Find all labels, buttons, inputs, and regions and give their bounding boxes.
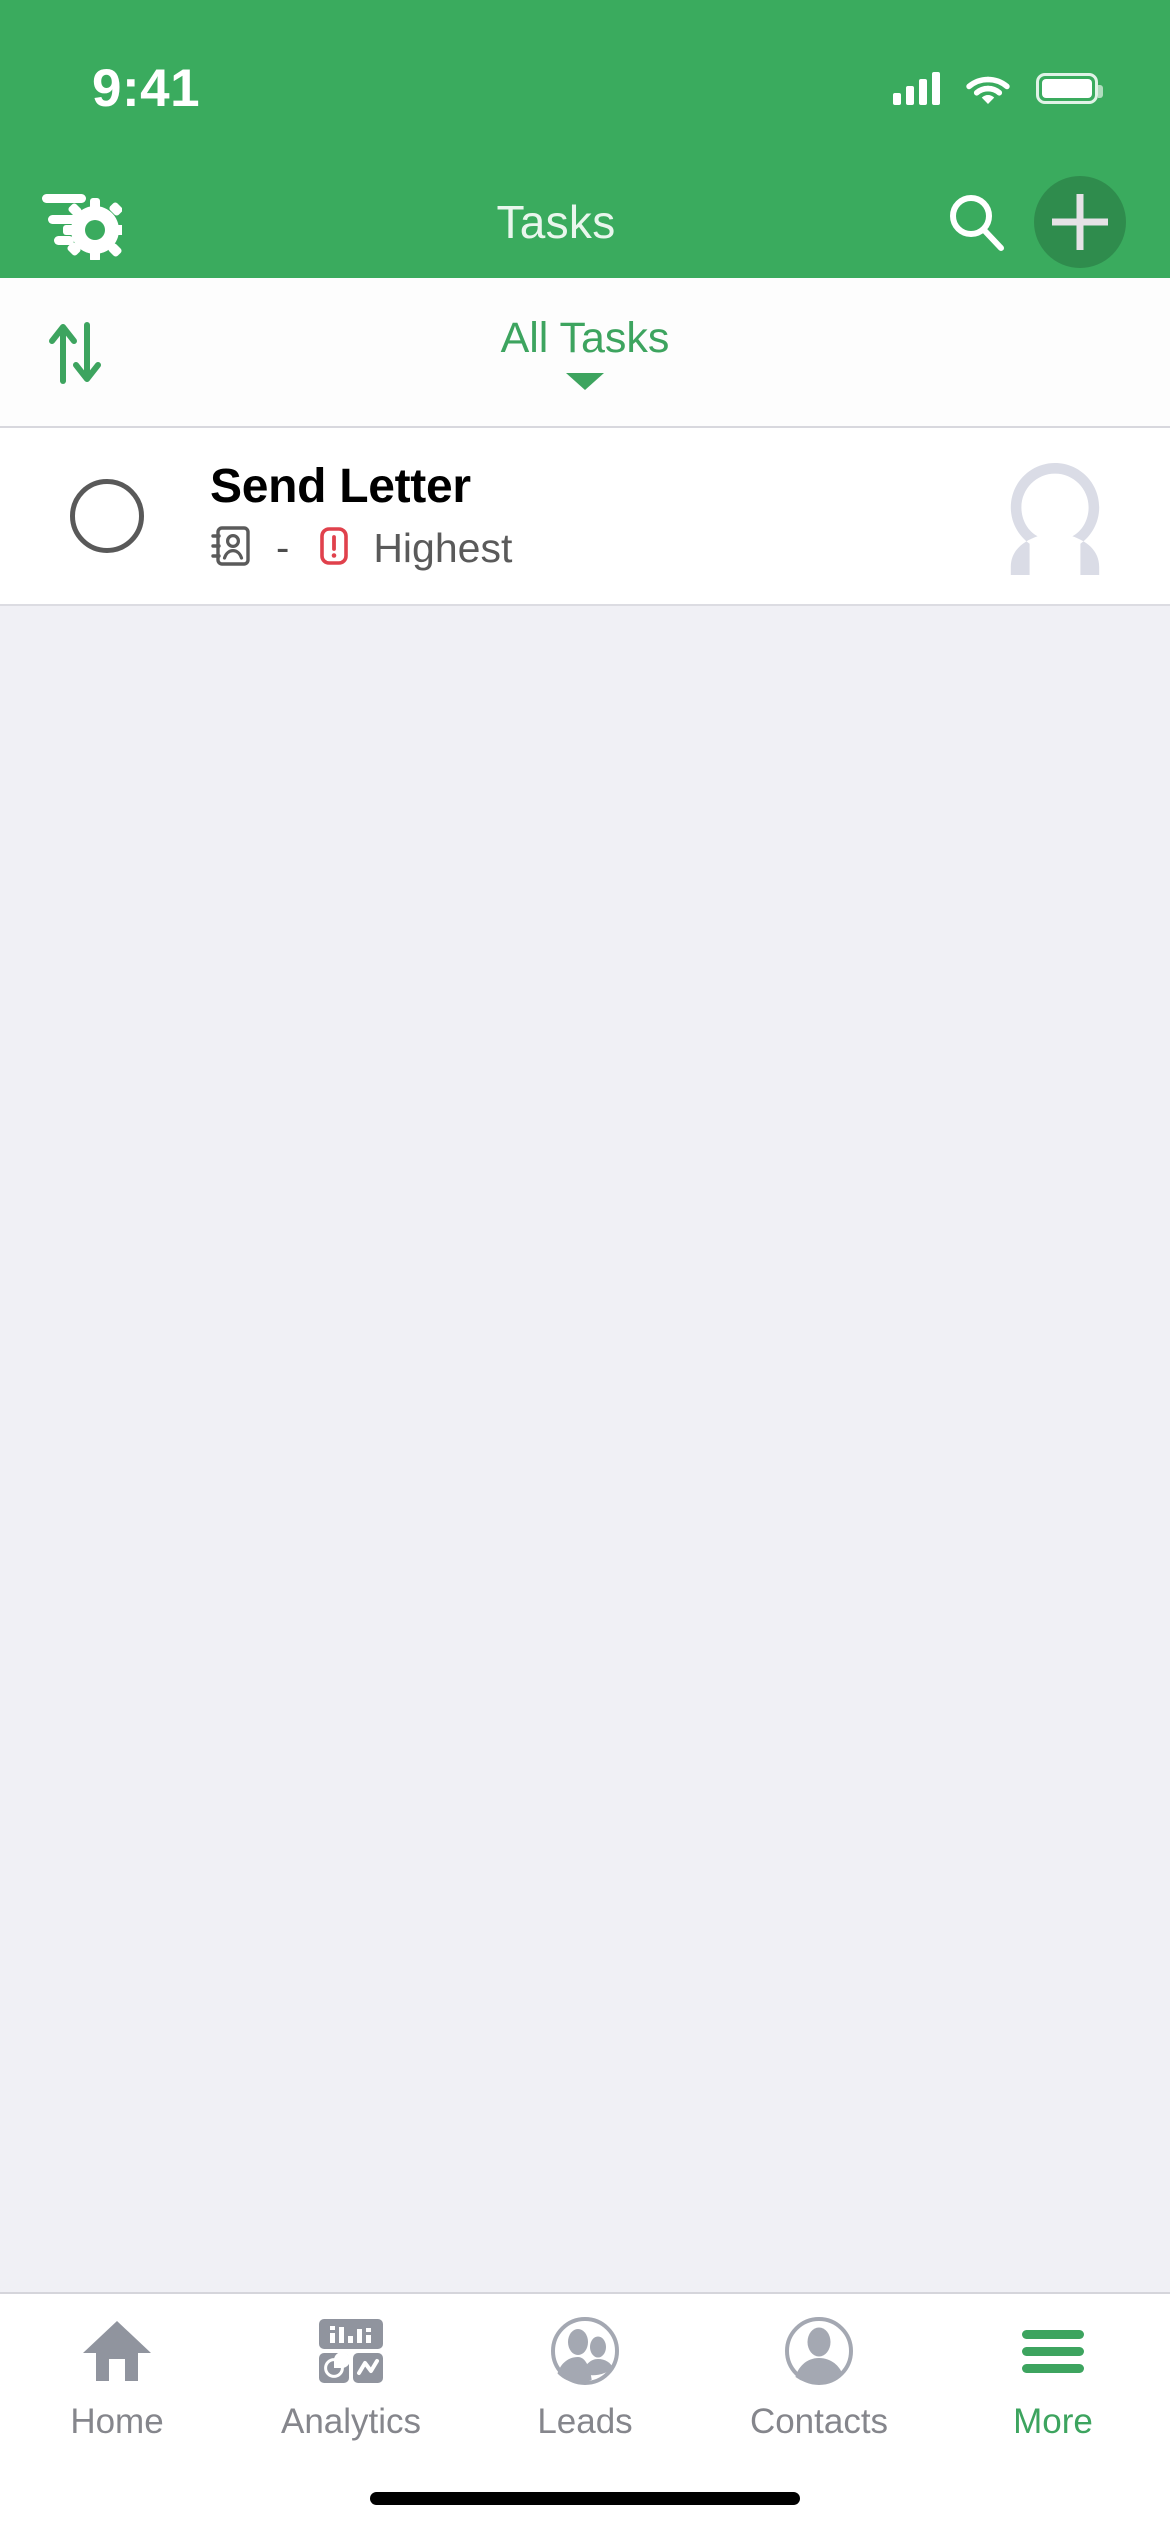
tab-label: Leads: [537, 2402, 633, 2441]
home-icon: [81, 2314, 153, 2388]
home-indicator-area: [0, 2464, 1170, 2532]
avatar: [996, 457, 1114, 575]
task-scope-dropdown[interactable]: All Tasks: [405, 314, 765, 390]
sort-button[interactable]: [0, 278, 150, 426]
plus-icon: [1052, 194, 1108, 250]
tab-contacts[interactable]: Contacts: [702, 2314, 936, 2464]
task-meta: - Highest: [210, 524, 996, 573]
filter-bar: All Tasks: [0, 278, 1170, 428]
add-task-button[interactable]: [1034, 176, 1126, 268]
table-row[interactable]: Send Letter - Highest: [0, 428, 1170, 606]
nav-right-group: [922, 176, 1126, 268]
analytics-icon: [316, 2314, 386, 2388]
task-complete-checkbox[interactable]: [70, 479, 144, 553]
signal-bars-icon: [893, 71, 940, 105]
status-indicators: [893, 71, 1103, 105]
tab-label: Contacts: [749, 2402, 889, 2441]
home-indicator[interactable]: [370, 2491, 800, 2505]
tab-leads[interactable]: Leads: [468, 2314, 702, 2464]
nav-left-group: [40, 184, 190, 260]
status-bar: 9:41: [0, 0, 1170, 166]
tab-analytics[interactable]: Analytics: [234, 2314, 468, 2464]
chevron-down-icon: [566, 373, 604, 390]
navigation-bar: Tasks: [0, 166, 1170, 278]
task-content: Send Letter - Highest: [210, 459, 996, 573]
leads-icon: [549, 2314, 621, 2388]
wifi-icon: [966, 72, 1010, 105]
contacts-icon: [783, 2314, 855, 2388]
task-title: Send Letter: [210, 460, 471, 513]
tab-label: Home: [70, 2402, 164, 2441]
related-record-value: -: [276, 526, 290, 570]
task-list: Send Letter - Highest: [0, 428, 1170, 2292]
filter-settings-icon[interactable]: [40, 184, 122, 260]
search-icon[interactable]: [944, 190, 1008, 254]
battery-icon: [1036, 72, 1103, 104]
tab-more[interactable]: More: [936, 2314, 1170, 2464]
sort-arrows-icon: [49, 322, 101, 384]
tab-label: More: [1013, 2402, 1093, 2441]
page-title: Tasks: [496, 196, 616, 248]
app-screen: 9:41 Tasks All Tasks Send Letter - Highe…: [0, 0, 1170, 2532]
tab-label: Analytics: [280, 2402, 422, 2441]
tab-home[interactable]: Home: [0, 2314, 234, 2464]
contact-card-icon: [210, 524, 252, 573]
exclamation-priority-icon: [313, 524, 355, 573]
hamburger-icon: [1016, 2314, 1090, 2388]
task-scope-label: All Tasks: [500, 314, 670, 362]
bottom-tab-bar: Home Analytics Leads Contacts More: [0, 2292, 1170, 2464]
status-time: 9:41: [92, 58, 201, 118]
task-priority-label: Highest: [373, 525, 513, 571]
